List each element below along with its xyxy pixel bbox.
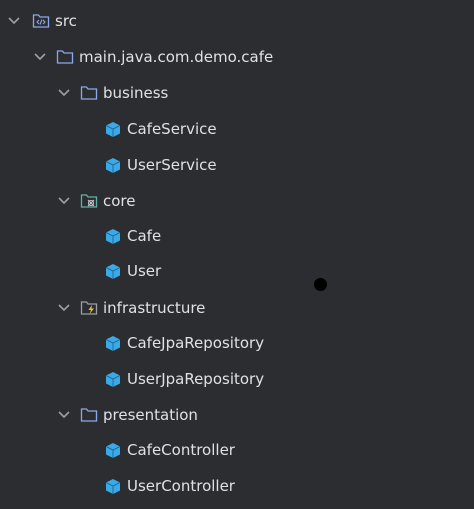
tree-node-label: UserService (127, 156, 217, 174)
tree-node-label: Cafe (127, 227, 162, 245)
tree-node-infrastructure[interactable]: infrastructure (0, 290, 474, 326)
chevron-down-icon[interactable] (56, 193, 72, 209)
chevron-down-icon[interactable] (56, 85, 72, 101)
java-class-icon (104, 441, 122, 459)
chevron-down-icon[interactable] (32, 49, 48, 65)
tree-node-business[interactable]: business (0, 75, 474, 111)
chevron-down-icon[interactable] (6, 13, 22, 29)
java-class-icon (104, 120, 122, 138)
tree-node-class[interactable]: UserController (0, 468, 474, 504)
tree-node-class[interactable]: UserJpaRepository (0, 361, 474, 397)
source-root-icon (32, 12, 50, 30)
tree-node-label: business (103, 84, 169, 102)
tree-node-label: infrastructure (103, 299, 206, 317)
tree-node-package[interactable]: main.java.com.demo.cafe (0, 39, 474, 75)
folder-core-icon (80, 192, 98, 210)
tree-node-class[interactable]: User (0, 253, 474, 289)
tree-node-label: core (103, 192, 136, 210)
tree-node-label: presentation (103, 406, 198, 424)
folder-infrastructure-icon (80, 299, 98, 317)
tree-node-label: src (55, 12, 77, 30)
tree-node-class[interactable]: CafeService (0, 111, 474, 147)
java-class-icon (104, 156, 122, 174)
tree-node-label: CafeJpaRepository (127, 334, 265, 352)
tree-node-src[interactable]: src (0, 3, 474, 39)
chevron-down-icon[interactable] (56, 300, 72, 316)
tree-node-core[interactable]: core (0, 183, 474, 219)
package-folder-icon (56, 48, 74, 66)
tree-node-label: CafeController (127, 441, 235, 459)
project-tree: src main.java.com.demo.cafe business Caf… (0, 0, 474, 509)
tree-node-label: User (127, 262, 162, 280)
java-class-icon (104, 227, 122, 245)
java-class-icon (104, 262, 122, 280)
tree-node-class[interactable]: CafeJpaRepository (0, 325, 474, 361)
tree-node-class[interactable]: CafeController (0, 432, 474, 468)
cursor-dot (314, 278, 327, 291)
java-class-icon (104, 370, 122, 388)
tree-node-class[interactable]: Cafe (0, 218, 474, 254)
tree-node-label: UserController (127, 477, 235, 495)
tree-node-label: main.java.com.demo.cafe (79, 48, 274, 66)
java-class-icon (104, 477, 122, 495)
folder-icon (80, 406, 98, 424)
java-class-icon (104, 334, 122, 352)
tree-node-class[interactable]: UserService (0, 147, 474, 183)
chevron-down-icon[interactable] (56, 407, 72, 423)
folder-icon (80, 84, 98, 102)
tree-node-presentation[interactable]: presentation (0, 397, 474, 433)
tree-node-label: UserJpaRepository (127, 370, 265, 388)
tree-node-label: CafeService (127, 120, 217, 138)
